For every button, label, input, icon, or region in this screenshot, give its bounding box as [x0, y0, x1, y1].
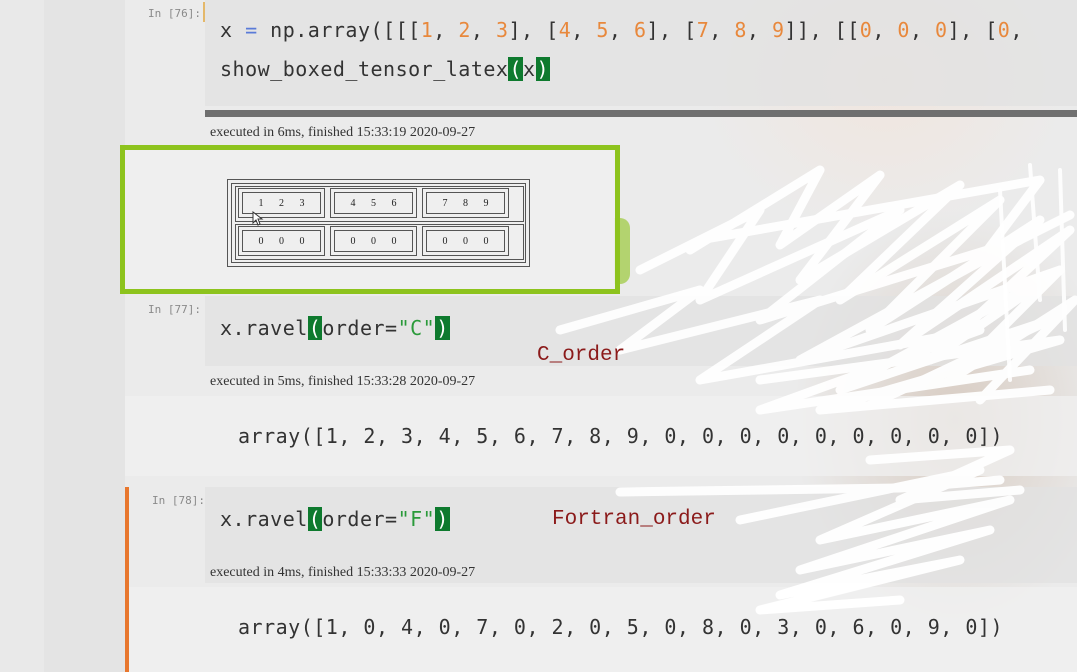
annotation-c-order: C_order	[537, 344, 626, 367]
scribble-overlay	[555, 163, 1077, 615]
annotation-fortran-order: Fortran_order	[552, 508, 716, 531]
